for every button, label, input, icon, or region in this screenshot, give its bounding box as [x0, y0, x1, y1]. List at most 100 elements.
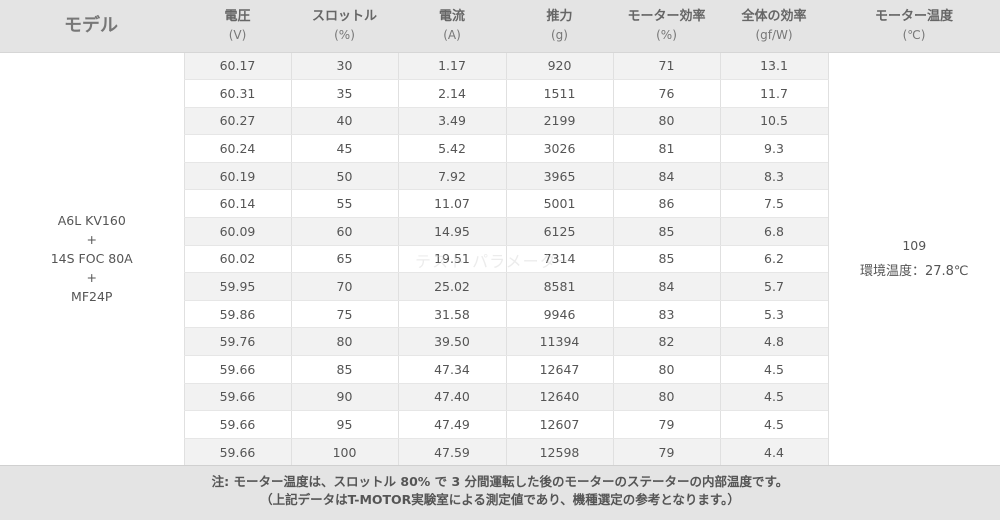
cell-throttle: 75: [290, 300, 398, 329]
cell-throttle: 70: [290, 272, 398, 301]
cell-motor-efficiency: 83: [612, 300, 720, 329]
header-label: モーター効率: [627, 8, 706, 24]
table-body: A6L KV160 + 14S FOC 80A + MF24P 60.17 30…: [0, 52, 1000, 467]
spec-table-container: モデル 電圧 (V) スロットル (%) 電流 (A) 推力 (g) モーター効…: [0, 0, 1000, 520]
cell-current: 3.49: [397, 107, 506, 136]
cell-overall-efficiency: 8.3: [719, 162, 828, 191]
cell-motor-efficiency: 80: [612, 355, 720, 384]
header-unit: (A): [443, 27, 461, 42]
footnote-line-1: 注: モーター温度は、スロットル 80% で 3 分間運転した後のモーターのステ…: [211, 474, 789, 489]
cell-voltage: 60.14: [183, 189, 291, 219]
model-motor: A6L KV160: [57, 213, 126, 229]
cell-thrust: 12607: [505, 410, 613, 439]
cell-motor-efficiency: 80: [612, 107, 720, 136]
cell-overall-efficiency: 5.3: [719, 300, 828, 329]
header-throttle: スロットル (%): [291, 0, 398, 53]
cell-overall-efficiency: 4.5: [719, 383, 828, 412]
header-unit: (℃): [902, 27, 926, 42]
cell-motor-efficiency: 71: [612, 52, 720, 81]
cell-overall-efficiency: 4.5: [719, 355, 828, 384]
header-overall-efficiency: 全体の効率 (gf/W): [720, 0, 828, 53]
header-model: モデル: [0, 0, 184, 53]
cell-voltage: 59.95: [183, 272, 291, 301]
temperature-cell: 109 環境温度：27.8℃: [827, 52, 1000, 467]
cell-voltage: 60.02: [183, 245, 291, 274]
cell-motor-efficiency: 85: [612, 217, 720, 246]
cell-motor-efficiency: 84: [612, 272, 720, 301]
cell-voltage: 59.76: [183, 327, 291, 357]
header-unit: (g): [551, 27, 568, 42]
cell-overall-efficiency: 4.4: [719, 438, 828, 467]
cell-throttle: 80: [290, 327, 398, 357]
cell-overall-efficiency: 4.8: [719, 327, 828, 357]
header-unit: (V): [228, 27, 247, 42]
cell-current: 2.14: [397, 79, 506, 108]
cell-voltage: 59.66: [183, 438, 291, 467]
cell-current: 19.51: [397, 245, 506, 274]
cell-thrust: 3026: [505, 134, 613, 163]
cell-current: 7.92: [397, 162, 506, 191]
cell-motor-efficiency: 84: [612, 162, 720, 191]
cell-current: 39.50: [397, 327, 506, 357]
cell-overall-efficiency: 9.3: [719, 134, 828, 163]
cell-thrust: 12598: [505, 438, 613, 467]
cell-throttle: 85: [290, 355, 398, 384]
ambient-temperature: 環境温度：27.8℃: [859, 263, 969, 279]
cell-throttle: 50: [290, 162, 398, 191]
cell-thrust: 6125: [505, 217, 613, 246]
cell-voltage: 60.31: [183, 79, 291, 108]
cell-motor-efficiency: 79: [612, 438, 720, 467]
cell-current: 47.49: [397, 410, 506, 439]
cell-current: 47.40: [397, 383, 506, 412]
header-thrust: 推力 (g): [506, 0, 613, 53]
header-label: スロットル: [311, 8, 377, 24]
cell-voltage: 59.66: [183, 355, 291, 384]
header-unit: (%): [656, 27, 677, 42]
header-current: 電流 (A): [398, 0, 506, 53]
cell-voltage: 59.66: [183, 383, 291, 412]
cell-motor-efficiency: 82: [612, 327, 720, 357]
cell-voltage: 60.19: [183, 162, 291, 191]
header-label: 電圧: [224, 8, 251, 24]
cell-overall-efficiency: 4.5: [719, 410, 828, 439]
cell-thrust: 7314: [505, 245, 613, 274]
cell-thrust: 1511: [505, 79, 613, 108]
cell-thrust: 9946: [505, 300, 613, 329]
cell-motor-efficiency: 81: [612, 134, 720, 163]
cell-throttle: 45: [290, 134, 398, 163]
cell-current: 1.17: [397, 52, 506, 81]
cell-overall-efficiency: 5.7: [719, 272, 828, 301]
header-voltage: 電圧 (V): [184, 0, 291, 53]
header-motor-efficiency: モーター効率 (%): [613, 0, 720, 53]
footnote-line-2: （上記データはT-MOTOR実験室による測定値であり、機種選定の参考となります。…: [260, 492, 740, 507]
cell-thrust: 5001: [505, 189, 613, 219]
cell-thrust: 11394: [505, 327, 613, 357]
cell-current: 5.42: [397, 134, 506, 163]
motor-test-table: モデル 電圧 (V) スロットル (%) 電流 (A) 推力 (g) モーター効…: [0, 0, 1000, 467]
temperature-value: 109: [902, 237, 927, 253]
model-plus: +: [86, 270, 97, 286]
cell-overall-efficiency: 6.8: [719, 217, 828, 246]
cell-throttle: 60: [290, 217, 398, 246]
cell-overall-efficiency: 10.5: [719, 107, 828, 136]
model-cell: A6L KV160 + 14S FOC 80A + MF24P: [0, 52, 184, 467]
header-label: 全体の効率: [741, 8, 807, 24]
header-unit: (%): [334, 27, 355, 42]
cell-throttle: 35: [290, 79, 398, 108]
header-unit: (gf/W): [755, 27, 793, 42]
header-label: モーター温度: [874, 8, 953, 24]
header-motor-temperature: モーター温度 (℃): [828, 0, 1000, 53]
cell-throttle: 30: [290, 52, 398, 81]
cell-current: 14.95: [397, 217, 506, 246]
cell-thrust: 2199: [505, 107, 613, 136]
cell-voltage: 60.27: [183, 107, 291, 136]
cell-voltage: 60.09: [183, 217, 291, 246]
cell-voltage: 59.66: [183, 410, 291, 439]
cell-throttle: 40: [290, 107, 398, 136]
cell-current: 11.07: [397, 189, 506, 219]
cell-thrust: 12647: [505, 355, 613, 384]
cell-motor-efficiency: 80: [612, 383, 720, 412]
cell-thrust: 920: [505, 52, 613, 81]
cell-motor-efficiency: 85: [612, 245, 720, 274]
cell-throttle: 100: [290, 438, 398, 467]
